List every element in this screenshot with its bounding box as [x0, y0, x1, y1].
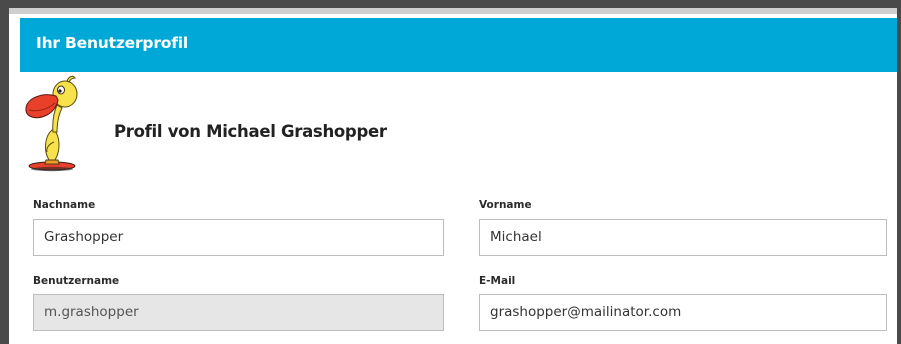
window-frame-right — [897, 0, 901, 344]
lastname-field[interactable]: Grashopper — [33, 219, 444, 256]
lastname-label: Nachname — [33, 199, 96, 211]
email-field[interactable]: grashopper@mailinator.com — [479, 294, 887, 331]
duck-mascot-icon — [25, 75, 78, 172]
username-label: Benutzername — [33, 275, 120, 287]
window-frame-left — [0, 0, 9, 344]
firstname-field[interactable]: Michael — [479, 219, 887, 256]
username-field: m.grashopper — [33, 294, 444, 331]
email-label: E-Mail — [479, 275, 516, 287]
window-frame-highlight — [9, 8, 897, 14]
profile-heading: Profil von Michael Grashopper — [114, 122, 387, 141]
panel-title: Ihr Benutzerprofil — [36, 34, 188, 52]
panel-header: Ihr Benutzerprofil — [20, 18, 897, 72]
firstname-label: Vorname — [479, 199, 532, 211]
